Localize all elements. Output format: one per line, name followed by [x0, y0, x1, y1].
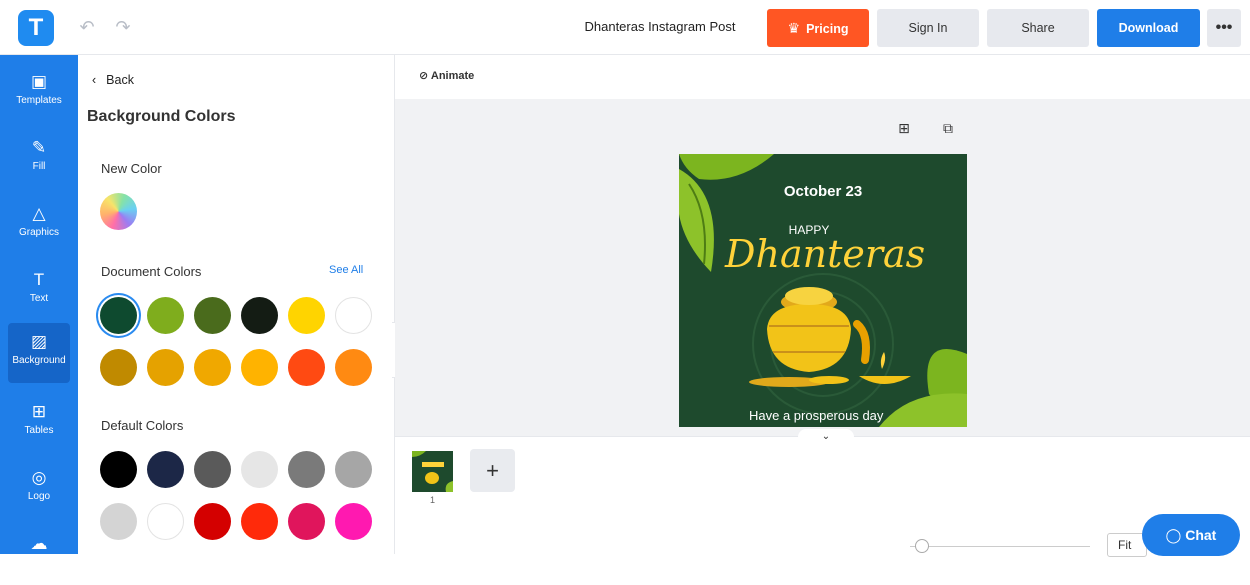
- zoom-slider-handle[interactable]: [915, 539, 929, 553]
- color-swatch[interactable]: [288, 451, 325, 488]
- color-swatch[interactable]: [241, 503, 278, 540]
- animate-label: Animate: [430, 70, 475, 82]
- panel-title: Background Colors: [87, 108, 236, 125]
- new-color-label: New Color: [101, 161, 162, 176]
- color-swatch[interactable]: [194, 503, 231, 540]
- app-logo[interactable]: T: [18, 10, 54, 46]
- back-button[interactable]: ‹ Back: [92, 73, 134, 87]
- download-button[interactable]: Download: [1097, 9, 1200, 47]
- pricing-label: Pricing: [806, 22, 849, 36]
- animate-button[interactable]: ⊘ Animate: [419, 69, 474, 82]
- rail-label: Graphics: [18, 227, 59, 238]
- zoom-slider[interactable]: [910, 546, 1090, 547]
- redo-icon[interactable]: ↷: [112, 16, 134, 38]
- rail-label: Templates: [16, 95, 62, 106]
- rail-label: Text: [29, 293, 49, 304]
- undo-icon[interactable]: ↶: [76, 16, 98, 38]
- color-swatch[interactable]: [241, 297, 278, 334]
- new-color-picker[interactable]: [100, 193, 137, 230]
- rail-item-graphics[interactable]: △ Graphics: [0, 195, 78, 255]
- animate-icon: ⊘: [419, 70, 429, 82]
- default-colors-label: Default Colors: [101, 418, 184, 433]
- page-number: 1: [430, 495, 436, 505]
- chevron-down-icon[interactable]: ⌄: [798, 429, 854, 445]
- chevron-left-icon: ‹: [92, 73, 97, 87]
- design-tagline-text[interactable]: Have a prosperous day: [749, 408, 883, 423]
- back-label: Back: [106, 73, 134, 87]
- rail-label: Logo: [27, 491, 51, 502]
- color-swatch[interactable]: [288, 503, 325, 540]
- color-swatch[interactable]: [335, 297, 372, 334]
- color-swatch[interactable]: [194, 451, 231, 488]
- rail-label: Background: [12, 355, 66, 366]
- rail-item-logo[interactable]: ◎ Logo: [0, 459, 78, 519]
- color-swatch[interactable]: [335, 451, 372, 488]
- left-rail: ▣ Templates ✎ Fill △ Graphics T Text ▨ B…: [0, 55, 78, 554]
- rail-label: Tables: [24, 425, 54, 436]
- share-button[interactable]: Share: [987, 9, 1089, 47]
- animate-bar: ⊘ Animate: [395, 55, 1250, 99]
- crown-icon: ♛: [787, 20, 801, 36]
- color-swatch[interactable]: [288, 349, 325, 386]
- design-canvas[interactable]: October 23 HAPPY Dhanteras Have a prospe…: [679, 154, 967, 427]
- rail-item-background[interactable]: ▨ Background: [8, 323, 70, 383]
- logo-icon: ◎: [31, 468, 47, 487]
- pencil-icon: ✎: [31, 138, 47, 157]
- background-icon: ▨: [30, 332, 48, 351]
- design-title-text[interactable]: Dhanteras: [725, 232, 925, 276]
- see-all-link[interactable]: See All: [329, 264, 363, 276]
- color-swatch[interactable]: [288, 297, 325, 334]
- canvas-stage: ⊞ ⧉ October 23 HAPPY Dhanteras Have a pr…: [395, 99, 1250, 436]
- color-swatch[interactable]: [194, 297, 231, 334]
- rail-item-templates[interactable]: ▣ Templates: [0, 63, 78, 123]
- color-swatch[interactable]: [147, 349, 184, 386]
- add-page-icon[interactable]: ⊞: [895, 119, 913, 137]
- chat-bubble-icon: ◯: [1165, 527, 1182, 543]
- color-swatch[interactable]: [241, 349, 278, 386]
- rail-item-fill[interactable]: ✎ Fill: [0, 129, 78, 189]
- color-swatch[interactable]: [100, 297, 137, 334]
- rail-item-tables[interactable]: ⊞ Tables: [0, 393, 78, 453]
- more-options-button[interactable]: •••: [1207, 9, 1241, 47]
- chat-button[interactable]: ◯ Chat: [1142, 514, 1240, 556]
- text-icon: T: [33, 270, 45, 289]
- thumbnail-artwork: [412, 451, 453, 492]
- pricing-button[interactable]: ♛ Pricing: [767, 9, 869, 47]
- top-bar: T ↶ ↷ Dhanteras Instagram Post ♛ Pricing …: [0, 0, 1250, 55]
- document-colors-label: Document Colors: [101, 264, 202, 279]
- zoom-fit-select[interactable]: Fit: [1107, 533, 1147, 557]
- pages-bar: ⌄ 1 + Fit: [395, 429, 1250, 557]
- document-title[interactable]: Dhanteras Instagram Post: [560, 19, 760, 34]
- background-colors-panel: ‹ Back Background Colors New Color Docume…: [78, 55, 395, 554]
- color-swatch[interactable]: [147, 503, 184, 540]
- color-swatch[interactable]: [335, 503, 372, 540]
- sign-in-button[interactable]: Sign In: [877, 9, 979, 47]
- color-swatch[interactable]: [194, 349, 231, 386]
- color-swatch[interactable]: [147, 451, 184, 488]
- cloud-upload-icon: ☁: [30, 534, 48, 553]
- shapes-icon: △: [32, 204, 46, 223]
- color-swatch[interactable]: [100, 349, 137, 386]
- rail-label: Fill: [32, 161, 46, 172]
- templates-icon: ▣: [30, 72, 48, 91]
- table-icon: ⊞: [31, 402, 47, 421]
- color-swatch[interactable]: [241, 451, 278, 488]
- page-thumbnail[interactable]: [412, 451, 453, 492]
- add-page-button[interactable]: +: [470, 449, 515, 492]
- rail-item-text[interactable]: T Text: [0, 261, 78, 321]
- color-swatch[interactable]: [335, 349, 372, 386]
- duplicate-page-icon[interactable]: ⧉: [939, 119, 957, 137]
- color-swatch[interactable]: [100, 451, 137, 488]
- chat-label: Chat: [1185, 527, 1217, 543]
- rail-item-upload[interactable]: ☁: [0, 525, 78, 585]
- color-swatch[interactable]: [100, 503, 137, 540]
- design-date-text[interactable]: October 23: [679, 183, 967, 200]
- color-swatch[interactable]: [147, 297, 184, 334]
